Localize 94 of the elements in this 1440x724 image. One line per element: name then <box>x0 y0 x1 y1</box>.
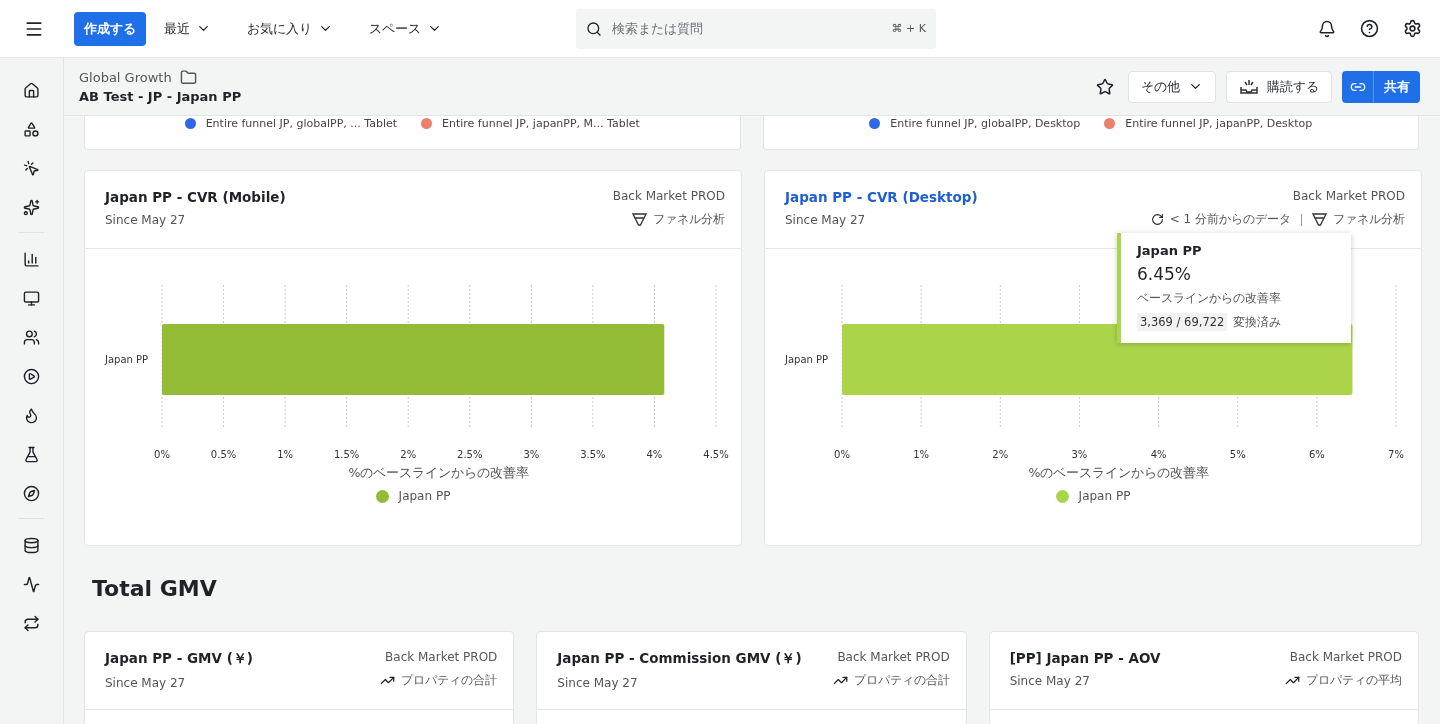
card-title: [PP] Japan PP - AOV <box>1009 650 1161 666</box>
search-input[interactable]: 検索または質問 <box>610 20 884 37</box>
card-title: Japan PP - CVR (Mobile) <box>105 189 286 205</box>
search-icon <box>586 20 602 37</box>
date-range: Since May 27 <box>1009 674 1090 688</box>
folder-icon <box>179 69 197 86</box>
project-name: Back Market PROD <box>612 189 725 203</box>
axis-tick-label: 0% <box>834 449 850 460</box>
subscribe-button[interactable]: 購読する <box>1226 70 1332 103</box>
search-field[interactable]: 検索または質問 ⌘ + K <box>576 8 936 49</box>
pointer-click-icon[interactable] <box>23 160 40 177</box>
category-label: Japan PP <box>785 354 829 365</box>
axis-tick-label: 3.5% <box>580 449 606 460</box>
legend-dot <box>375 489 389 503</box>
legend-label: Entire funnel JP, japanPP, M... Tablet <box>442 116 640 130</box>
more-button[interactable]: その他 <box>1128 70 1216 103</box>
sparkles-icon[interactable] <box>23 199 40 216</box>
date-range: Since May 27 <box>785 213 866 227</box>
card-title: Japan PP - GMV (￥) <box>105 650 253 668</box>
data-freshness: < 1 分前からのデータ <box>1169 211 1291 228</box>
shapes-icon[interactable] <box>23 121 40 138</box>
settings-icon[interactable] <box>1403 19 1422 38</box>
flame-icon[interactable] <box>23 407 40 424</box>
legend-label: Japan PP <box>1078 489 1131 503</box>
axis-tick-label: 1.5% <box>333 449 360 460</box>
date-range: Since May 27 <box>557 676 638 690</box>
project-name: Back Market PROD <box>385 650 498 664</box>
axis-tick-label: 0.5% <box>210 449 237 460</box>
legend-dot <box>1055 489 1069 503</box>
nav-menu[interactable]: スペース <box>361 13 450 44</box>
conversion-count: 3,369 / 69,722 <box>1137 313 1228 331</box>
axis-tick-label: 1% <box>913 449 930 460</box>
tooltip-series-name: Japan PP <box>1137 243 1203 258</box>
page-title: AB Test - JP - Japan PP <box>79 89 242 104</box>
date-range: Since May 27 <box>105 676 186 690</box>
monitor-icon[interactable] <box>23 290 40 307</box>
axis-tick-label: 0% <box>154 449 170 460</box>
folder-link[interactable]: Global Growth <box>79 70 172 85</box>
refresh-icon <box>1150 213 1164 226</box>
nav-menu[interactable]: お気に入り <box>239 13 341 44</box>
database-icon[interactable] <box>23 537 40 554</box>
project-name: Back Market PROD <box>1292 189 1405 203</box>
users-icon[interactable] <box>23 329 40 346</box>
funnel-icon <box>1312 213 1327 226</box>
conversion-label: 変換済み <box>1233 313 1282 331</box>
section-title: Total GMV <box>92 576 218 601</box>
legend-label: Entire funnel JP, japanPP, Desktop <box>1125 116 1313 130</box>
flask-icon[interactable] <box>23 446 40 463</box>
bar-chart-icon[interactable] <box>23 251 40 268</box>
analysis-type: プロパティの平均 <box>1306 672 1402 689</box>
home-icon[interactable] <box>23 82 40 99</box>
analysis-type: ファネル分析 <box>653 211 725 228</box>
repeat-arrows-icon[interactable] <box>23 615 40 632</box>
analysis-type: ファネル分析 <box>1333 211 1405 228</box>
analysis-type: プロパティの合計 <box>853 672 950 689</box>
bell-icon[interactable] <box>1318 19 1336 38</box>
legend-label: Japan PP <box>398 489 451 503</box>
category-label: Japan PP <box>105 354 149 365</box>
card-title-link[interactable]: Japan PP - CVR (Desktop) <box>785 189 978 205</box>
axis-title: %のベースラインからの改善率 <box>348 465 530 480</box>
axis-tick-label: 4.5% <box>703 449 729 460</box>
project-name: Back Market PROD <box>1289 650 1402 664</box>
create-button[interactable]: 作成する <box>74 11 146 46</box>
project-name: Back Market PROD <box>837 650 950 664</box>
analysis-type: プロパティの合計 <box>401 672 498 689</box>
axis-title: %のベースラインからの改善率 <box>1028 465 1210 480</box>
legend-label: Entire funnel JP, globalPP, Desktop <box>890 116 1081 130</box>
axis-tick-label: 7% <box>1388 449 1404 460</box>
help-icon[interactable] <box>1360 19 1379 38</box>
nav-menu[interactable]: 最近 <box>156 13 219 44</box>
axis-tick-label: 2% <box>400 449 417 460</box>
funnel-icon <box>632 213 647 226</box>
card-title: Japan PP - Commission GMV (￥) <box>557 650 802 668</box>
copy-link-button[interactable] <box>1342 70 1374 103</box>
share-button[interactable]: 共有 <box>1374 70 1420 103</box>
axis-tick-label: 4% <box>1150 449 1167 460</box>
axis-tick-label: 4% <box>646 449 663 460</box>
tooltip-value: 6.45% <box>1137 264 1192 284</box>
axis-tick-label: 2% <box>992 449 1009 460</box>
star-icon[interactable] <box>1096 77 1114 96</box>
shortcut-hint: ⌘ + K <box>891 22 926 35</box>
axis-tick-label: 1% <box>277 449 294 460</box>
date-range: Since May 27 <box>105 213 186 227</box>
axis-tick-label: 3% <box>1071 449 1088 460</box>
compass-icon[interactable] <box>23 485 40 502</box>
pulse-icon[interactable] <box>23 576 40 593</box>
axis-tick-label: 5% <box>1229 449 1246 460</box>
legend-label: Entire funnel JP, globalPP, ... Tablet <box>205 116 398 130</box>
play-circle-icon[interactable] <box>23 368 40 385</box>
axis-tick-label: 3% <box>523 449 540 460</box>
axis-tick-label: 6% <box>1308 449 1325 460</box>
tooltip-caption: ベースラインからの改善率 <box>1137 290 1282 307</box>
inbox-icon <box>1239 78 1259 95</box>
axis-tick-label: 2.5% <box>457 449 483 460</box>
